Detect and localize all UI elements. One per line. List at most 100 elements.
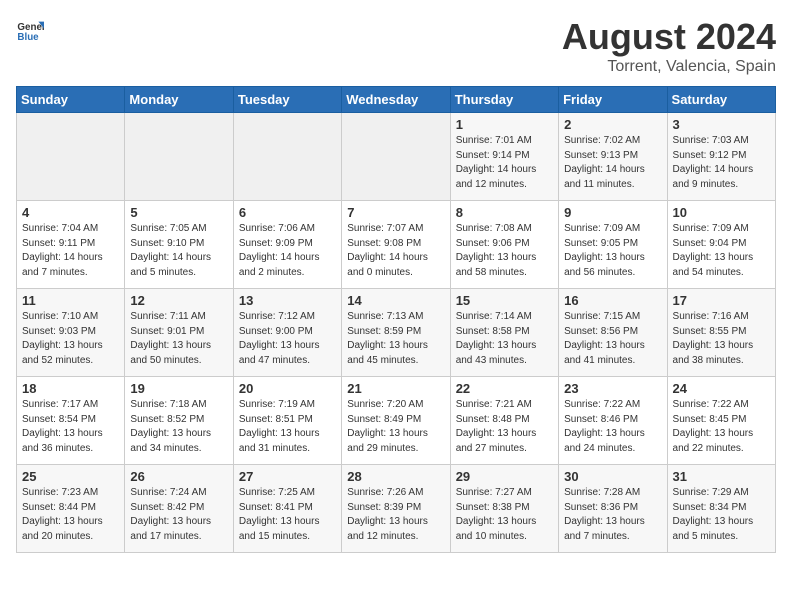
day-number: 1 [456, 117, 553, 132]
day-info: Sunrise: 7:06 AM Sunset: 9:09 PM Dayligh… [239, 222, 336, 280]
day-info: Sunrise: 7:21 AM Sunset: 8:48 PM Dayligh… [456, 398, 553, 456]
day-number: 13 [239, 293, 336, 308]
day-info: Sunrise: 7:05 AM Sunset: 9:10 PM Dayligh… [130, 222, 227, 280]
day-number: 6 [239, 205, 336, 220]
day-number: 14 [347, 293, 444, 308]
table-row: 27 Sunrise: 7:25 AM Sunset: 8:41 PM Dayli… [233, 465, 341, 553]
day-info: Sunrise: 7:25 AM Sunset: 8:41 PM Dayligh… [239, 486, 336, 544]
logo-icon: General Blue [16, 16, 44, 44]
day-info: Sunrise: 7:19 AM Sunset: 8:51 PM Dayligh… [239, 398, 336, 456]
table-row: 28 Sunrise: 7:26 AM Sunset: 8:39 PM Dayli… [342, 465, 450, 553]
table-row: 11Sunrise: 7:10 AM Sunset: 9:03 PM Dayli… [17, 289, 125, 377]
table-row: 24 Sunrise: 7:22 AM Sunset: 8:45 PM Dayli… [667, 377, 775, 465]
day-number: 30 [564, 469, 661, 484]
table-row: 9 Sunrise: 7:09 AM Sunset: 9:05 PM Daylig… [559, 201, 667, 289]
day-number: 31 [673, 469, 770, 484]
day-info: Sunrise: 7:12 AM Sunset: 9:00 PM Dayligh… [239, 310, 336, 368]
day-info: Sunrise: 7:28 AM Sunset: 8:36 PM Dayligh… [564, 486, 661, 544]
table-row: 2 Sunrise: 7:02 AM Sunset: 9:13 PM Daylig… [559, 113, 667, 201]
day-number: 12 [130, 293, 227, 308]
day-info: Sunrise: 7:16 AM Sunset: 8:55 PM Dayligh… [673, 310, 770, 368]
day-number: 10 [673, 205, 770, 220]
day-number: 21 [347, 381, 444, 396]
day-number: 28 [347, 469, 444, 484]
table-row: 29 Sunrise: 7:27 AM Sunset: 8:38 PM Dayli… [450, 465, 558, 553]
day-number: 25 [22, 469, 119, 484]
table-row: 4 Sunrise: 7:04 AM Sunset: 9:11 PM Daylig… [17, 201, 125, 289]
table-row: 6 Sunrise: 7:06 AM Sunset: 9:09 PM Daylig… [233, 201, 341, 289]
table-row: 23 Sunrise: 7:22 AM Sunset: 8:46 PM Dayli… [559, 377, 667, 465]
day-info: Sunrise: 7:07 AM Sunset: 9:08 PM Dayligh… [347, 222, 444, 280]
header-tuesday: Tuesday [233, 87, 341, 113]
day-number: 29 [456, 469, 553, 484]
table-row: 16 Sunrise: 7:15 AM Sunset: 8:56 PM Dayli… [559, 289, 667, 377]
day-info: Sunrise: 7:03 AM Sunset: 9:12 PM Dayligh… [673, 134, 770, 192]
calendar-body: 1 Sunrise: 7:01 AM Sunset: 9:14 PM Daylig… [17, 113, 776, 553]
table-row [342, 113, 450, 201]
day-info: Sunrise: 7:04 AM Sunset: 9:11 PM Dayligh… [22, 222, 119, 280]
title-block: August 2024 Torrent, Valencia, Spain [562, 16, 776, 76]
day-number: 16 [564, 293, 661, 308]
day-info: Sunrise: 7:27 AM Sunset: 8:38 PM Dayligh… [456, 486, 553, 544]
table-row: 1 Sunrise: 7:01 AM Sunset: 9:14 PM Daylig… [450, 113, 558, 201]
day-number: 20 [239, 381, 336, 396]
calendar-table: Sunday Monday Tuesday Wednesday Thursday… [16, 86, 776, 553]
day-number: 24 [673, 381, 770, 396]
day-info: Sunrise: 7:17 AM Sunset: 8:54 PM Dayligh… [22, 398, 119, 456]
table-row: 21 Sunrise: 7:20 AM Sunset: 8:49 PM Dayli… [342, 377, 450, 465]
table-row: 3 Sunrise: 7:03 AM Sunset: 9:12 PM Daylig… [667, 113, 775, 201]
day-info: Sunrise: 7:02 AM Sunset: 9:13 PM Dayligh… [564, 134, 661, 192]
day-number: 4 [22, 205, 119, 220]
day-info: Sunrise: 7:11 AM Sunset: 9:01 PM Dayligh… [130, 310, 227, 368]
table-row: 19Sunrise: 7:18 AM Sunset: 8:52 PM Dayli… [125, 377, 233, 465]
day-info: Sunrise: 7:20 AM Sunset: 8:49 PM Dayligh… [347, 398, 444, 456]
table-row: 30 Sunrise: 7:28 AM Sunset: 8:36 PM Dayli… [559, 465, 667, 553]
day-number: 2 [564, 117, 661, 132]
page-header: General Blue August 2024 Torrent, Valenc… [16, 16, 776, 76]
header-wednesday: Wednesday [342, 87, 450, 113]
title-month: August 2024 [562, 16, 776, 58]
day-number: 17 [673, 293, 770, 308]
header-thursday: Thursday [450, 87, 558, 113]
table-row: 5Sunrise: 7:05 AM Sunset: 9:10 PM Daylig… [125, 201, 233, 289]
header-monday: Monday [125, 87, 233, 113]
title-location: Torrent, Valencia, Spain [562, 58, 776, 76]
day-number: 15 [456, 293, 553, 308]
table-row: 7 Sunrise: 7:07 AM Sunset: 9:08 PM Daylig… [342, 201, 450, 289]
table-row: 31Sunrise: 7:29 AM Sunset: 8:34 PM Dayli… [667, 465, 775, 553]
day-number: 22 [456, 381, 553, 396]
day-number: 23 [564, 381, 661, 396]
day-info: Sunrise: 7:15 AM Sunset: 8:56 PM Dayligh… [564, 310, 661, 368]
day-number: 7 [347, 205, 444, 220]
day-number: 26 [130, 469, 227, 484]
day-info: Sunrise: 7:10 AM Sunset: 9:03 PM Dayligh… [22, 310, 119, 368]
day-number: 8 [456, 205, 553, 220]
logo: General Blue [16, 16, 44, 44]
table-row: 22 Sunrise: 7:21 AM Sunset: 8:48 PM Dayli… [450, 377, 558, 465]
day-info: Sunrise: 7:22 AM Sunset: 8:46 PM Dayligh… [564, 398, 661, 456]
table-row: 10Sunrise: 7:09 AM Sunset: 9:04 PM Dayli… [667, 201, 775, 289]
svg-text:Blue: Blue [17, 32, 39, 43]
day-number: 27 [239, 469, 336, 484]
table-row: 17 Sunrise: 7:16 AM Sunset: 8:55 PM Dayli… [667, 289, 775, 377]
table-row: 26Sunrise: 7:24 AM Sunset: 8:42 PM Dayli… [125, 465, 233, 553]
table-row [125, 113, 233, 201]
day-info: Sunrise: 7:09 AM Sunset: 9:05 PM Dayligh… [564, 222, 661, 280]
day-number: 9 [564, 205, 661, 220]
day-info: Sunrise: 7:23 AM Sunset: 8:44 PM Dayligh… [22, 486, 119, 544]
header-saturday: Saturday [667, 87, 775, 113]
table-row: 18Sunrise: 7:17 AM Sunset: 8:54 PM Dayli… [17, 377, 125, 465]
day-number: 3 [673, 117, 770, 132]
table-row: 25 Sunrise: 7:23 AM Sunset: 8:44 PM Dayli… [17, 465, 125, 553]
day-info: Sunrise: 7:08 AM Sunset: 9:06 PM Dayligh… [456, 222, 553, 280]
calendar-header: Sunday Monday Tuesday Wednesday Thursday… [17, 87, 776, 113]
day-info: Sunrise: 7:22 AM Sunset: 8:45 PM Dayligh… [673, 398, 770, 456]
day-info: Sunrise: 7:26 AM Sunset: 8:39 PM Dayligh… [347, 486, 444, 544]
day-info: Sunrise: 7:18 AM Sunset: 8:52 PM Dayligh… [130, 398, 227, 456]
day-info: Sunrise: 7:01 AM Sunset: 9:14 PM Dayligh… [456, 134, 553, 192]
table-row: 8 Sunrise: 7:08 AM Sunset: 9:06 PM Daylig… [450, 201, 558, 289]
table-row: 14Sunrise: 7:13 AM Sunset: 8:59 PM Dayli… [342, 289, 450, 377]
header-friday: Friday [559, 87, 667, 113]
table-row: 13 Sunrise: 7:12 AM Sunset: 9:00 PM Dayli… [233, 289, 341, 377]
table-row: 20 Sunrise: 7:19 AM Sunset: 8:51 PM Dayli… [233, 377, 341, 465]
